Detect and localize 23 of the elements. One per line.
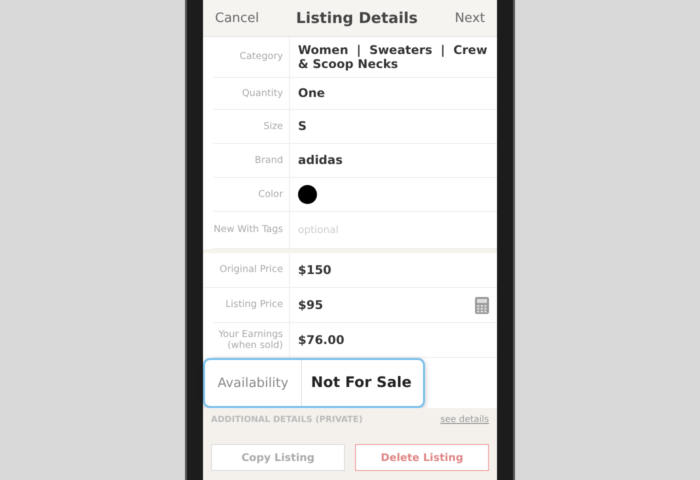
field-value[interactable]: One xyxy=(290,78,497,109)
field-value[interactable]: Women | Sweaters | Crew & Scoop Necks xyxy=(290,37,497,77)
price-value[interactable]: $150 xyxy=(298,263,332,277)
price-value[interactable]: $76.00 xyxy=(298,333,344,347)
next-button[interactable]: Next xyxy=(454,10,485,26)
field-label: Listing Price xyxy=(213,288,290,322)
field-label: Quantity xyxy=(213,78,290,109)
field-value[interactable]: adidas xyxy=(290,144,497,177)
field-label: Color xyxy=(213,178,290,211)
field-label: Size xyxy=(213,110,290,143)
price-value[interactable]: $95 xyxy=(298,298,324,312)
screen-title: Listing Details xyxy=(296,9,418,27)
color-swatch[interactable] xyxy=(298,185,317,204)
section-heading: ADDITIONAL DETAILS (PRIVATE) xyxy=(211,415,363,425)
field-label: Your Earnings (when sold) xyxy=(213,323,290,357)
field-label: New With Tags xyxy=(213,212,290,248)
field-label: Category xyxy=(213,37,290,77)
field-value[interactable]: S xyxy=(290,110,497,143)
calculator-icon[interactable] xyxy=(475,296,489,314)
field-label: Original Price xyxy=(203,253,290,287)
field-label: Brand xyxy=(213,144,290,177)
cancel-button[interactable]: Cancel xyxy=(215,10,260,26)
availability-field[interactable]: Availability Not For Sale xyxy=(203,358,425,408)
